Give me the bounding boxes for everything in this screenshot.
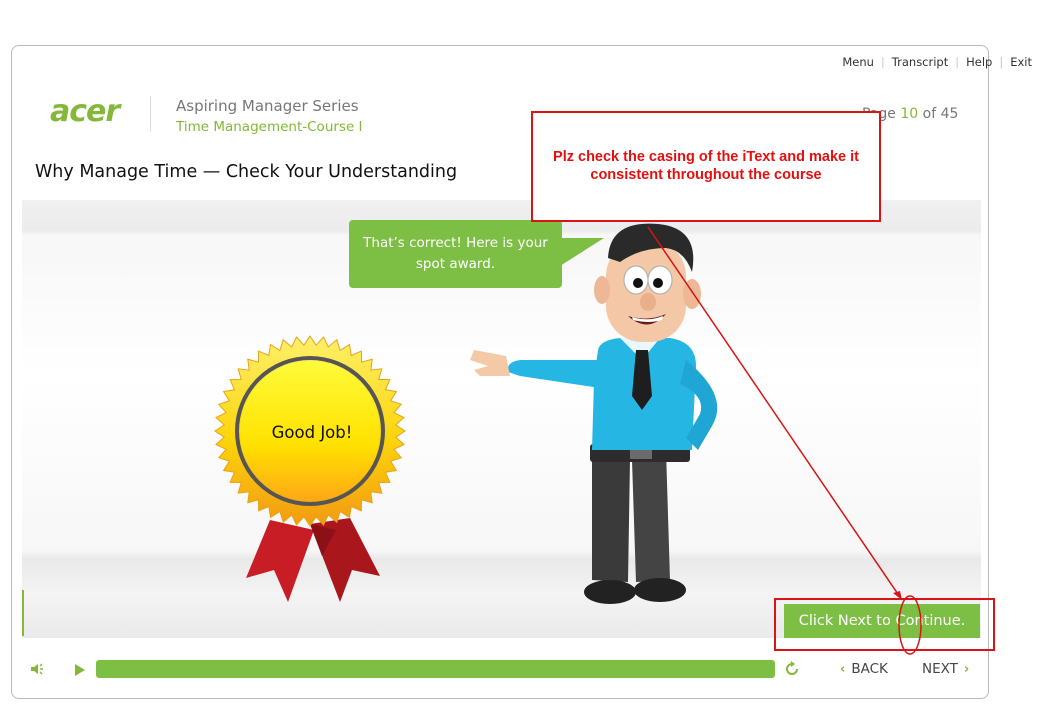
back-button[interactable]: ‹ BACK — [840, 661, 888, 677]
page-current: 10 — [900, 106, 919, 122]
chevron-right-icon: › — [963, 661, 970, 677]
top-nav: Menu | Transcript | Help | Exit — [842, 55, 1032, 69]
transcript-link[interactable]: Transcript — [892, 55, 948, 69]
review-comment-box: Plz check the casing of the iText and ma… — [531, 111, 881, 222]
award-badge: Good Job! — [212, 334, 412, 614]
page-total: 45 — [940, 106, 959, 122]
nav-divider: | — [999, 55, 1004, 69]
click-next-to-continue-button[interactable]: Click Next to Continue. — [784, 604, 980, 638]
progress-bar[interactable] — [96, 660, 775, 678]
replay-icon[interactable] — [784, 661, 800, 681]
volume-icon[interactable] — [30, 661, 46, 680]
stage-accent-line — [22, 590, 24, 636]
nav-divider: | — [955, 55, 960, 69]
next-button[interactable]: NEXT › — [922, 661, 969, 677]
help-link[interactable]: Help — [966, 55, 992, 69]
page-of: of — [922, 106, 937, 122]
back-label: BACK — [851, 661, 888, 677]
screen-title: Why Manage Time — Check Your Understandi… — [35, 162, 458, 182]
nav-divider: | — [880, 55, 885, 69]
header-divider — [150, 96, 151, 132]
series-title: Aspiring Manager Series — [176, 97, 359, 115]
exit-link[interactable]: Exit — [1010, 55, 1032, 69]
play-icon[interactable] — [74, 662, 86, 681]
progress-fill — [96, 660, 775, 678]
cartoon-character-illustration — [460, 210, 760, 620]
award-label: Good Job! — [271, 422, 353, 442]
course-title: Time Management-Course I — [176, 119, 363, 135]
menu-link[interactable]: Menu — [842, 55, 874, 69]
playback-controls: ‹ BACK NEXT › — [22, 656, 981, 684]
acer-logo: acer — [50, 94, 120, 129]
chevron-left-icon: ‹ — [840, 661, 846, 677]
next-label: NEXT — [922, 661, 958, 677]
